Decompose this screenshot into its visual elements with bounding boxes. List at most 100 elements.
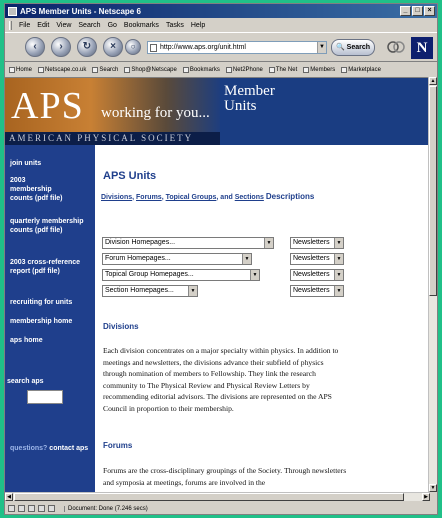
- aps-banner: APS working for you... Member Units AMER…: [5, 78, 430, 145]
- menu-grip-icon: [9, 20, 12, 30]
- chevron-down-icon: ▼: [334, 286, 343, 296]
- topical-group-homepages-select[interactable]: Topical Group Homepages... ▼: [102, 269, 260, 281]
- minimize-button[interactable]: _: [400, 6, 411, 16]
- sidebar-link-membership-home[interactable]: membership home: [10, 317, 92, 326]
- forward-button[interactable]: ›: [51, 37, 71, 57]
- contact-aps-link[interactable]: contact aps: [49, 445, 88, 452]
- link-divisions[interactable]: Divisions: [101, 194, 132, 201]
- bookmark-label: Netscape.co.uk: [45, 66, 87, 73]
- home-nav-button[interactable]: ○: [125, 39, 141, 55]
- menu-go[interactable]: Go: [108, 22, 117, 29]
- bookmark-shop[interactable]: Shop@Netscape: [124, 66, 177, 73]
- title-bar: APS Member Units - Netscape 6 _ □ ×: [5, 4, 437, 18]
- sidebar-search-input[interactable]: [27, 390, 63, 404]
- maximize-button[interactable]: □: [412, 6, 423, 16]
- section-homepages-select[interactable]: Section Homepages... ▼: [102, 285, 198, 297]
- division-newsletters-select[interactable]: Newsletters ▼: [290, 237, 344, 249]
- link-topical-groups[interactable]: Topical Groups: [166, 194, 217, 201]
- reload-button[interactable]: ↻: [77, 37, 97, 57]
- sidebar-link-2003-counts[interactable]: 2003 membership counts (pdf file): [10, 176, 68, 203]
- menu-view[interactable]: View: [56, 22, 71, 29]
- mail-icon[interactable]: [18, 505, 25, 512]
- topical-group-newsletters-select[interactable]: Newsletters ▼: [290, 269, 344, 281]
- bookmark-netscape[interactable]: Netscape.co.uk: [38, 66, 87, 73]
- forum-homepages-select[interactable]: Forum Homepages... ▼: [102, 253, 252, 265]
- sidebar-link-recruiting[interactable]: recruiting for units: [10, 298, 92, 307]
- aim-icon[interactable]: [48, 505, 55, 512]
- bookmark-bookmarks[interactable]: Bookmarks: [182, 66, 220, 73]
- window-title: APS Member Units - Netscape 6: [20, 6, 141, 16]
- select-value: Newsletters: [293, 287, 330, 294]
- link-sections[interactable]: Sections: [235, 194, 264, 201]
- sidebar-questions: questions? contact aps: [10, 445, 88, 452]
- search-button-label: Search: [346, 44, 371, 51]
- select-value: Division Homepages...: [105, 239, 176, 246]
- menu-help[interactable]: Help: [191, 22, 205, 29]
- bookmark-label: Net2Phone: [232, 66, 263, 73]
- horizontal-scrollbar[interactable]: ◀ ▶: [5, 492, 430, 501]
- sidebar-link-quarterly-counts[interactable]: quarterly membership counts (pdf file): [10, 217, 88, 235]
- chevron-down-icon: ▼: [264, 238, 273, 248]
- folder-icon: [182, 66, 189, 73]
- shop-icon: [124, 66, 131, 73]
- division-homepages-select[interactable]: Division Homepages... ▼: [102, 237, 274, 249]
- navigator-icon[interactable]: [8, 505, 15, 512]
- search-button[interactable]: 🔍 Search: [331, 39, 375, 56]
- bookmark-label: Home: [16, 66, 33, 73]
- page-content: APS working for you... Member Units AMER…: [5, 77, 430, 492]
- chevron-down-icon: ▼: [334, 254, 343, 264]
- horizontal-scroll-thumb[interactable]: [14, 493, 404, 501]
- scroll-up-icon[interactable]: ▲: [429, 77, 437, 85]
- bookmark-home[interactable]: Home: [9, 66, 33, 73]
- url-dropdown-icon[interactable]: ▼: [317, 42, 326, 53]
- banner-tagline: working for you...: [101, 105, 210, 121]
- scroll-left-icon[interactable]: ◀: [5, 493, 13, 501]
- select-value: Forum Homepages...: [105, 255, 171, 262]
- menu-file[interactable]: File: [19, 22, 30, 29]
- page-title: APS Units: [103, 170, 157, 182]
- bookmark-label: Members: [310, 66, 336, 73]
- sidebar-link-aps-home[interactable]: aps home: [10, 336, 92, 345]
- menu-search[interactable]: Search: [78, 22, 100, 29]
- menu-edit[interactable]: Edit: [37, 22, 49, 29]
- select-value: Section Homepages...: [105, 287, 174, 294]
- banner-title: Member Units: [224, 84, 275, 114]
- scroll-down-icon[interactable]: ▼: [429, 484, 437, 492]
- bookmark-marketplace[interactable]: Marketplace: [341, 66, 381, 73]
- bookmark-net2phone[interactable]: Net2Phone: [225, 66, 263, 73]
- bookmark-the-net[interactable]: The Net: [268, 66, 298, 73]
- bookmark-members[interactable]: Members: [303, 66, 336, 73]
- banner-title-line2: Units: [224, 98, 257, 114]
- scroll-right-icon[interactable]: ▶: [422, 493, 430, 501]
- vertical-scroll-thumb[interactable]: [429, 86, 437, 296]
- sidebar-link-join-units[interactable]: join units: [10, 159, 92, 168]
- folder-icon: [341, 66, 348, 73]
- sidebar-link-cross-reference[interactable]: 2003 cross-reference report (pdf file): [10, 258, 88, 276]
- status-text: Document: Done (7.246 secs): [64, 505, 148, 512]
- close-button[interactable]: ×: [424, 6, 435, 16]
- bookmark-search[interactable]: Search: [92, 66, 118, 73]
- menu-bookmarks[interactable]: Bookmarks: [124, 22, 159, 29]
- and-text: and: [220, 194, 233, 201]
- bookmark-label: The Net: [275, 66, 298, 73]
- folder-icon: [268, 66, 275, 73]
- vertical-scrollbar[interactable]: ▲ ▼: [428, 77, 437, 492]
- phone-icon: [225, 66, 232, 73]
- netscape-logo[interactable]: N: [411, 37, 433, 59]
- link-forums[interactable]: Forums: [136, 194, 162, 201]
- composer-icon[interactable]: [28, 505, 35, 512]
- url-field[interactable]: http://www.aps.org/unit.html ▼: [147, 41, 327, 54]
- forum-newsletters-select[interactable]: Newsletters ▼: [290, 253, 344, 265]
- menu-tasks[interactable]: Tasks: [166, 22, 184, 29]
- netscape-icon: [8, 6, 17, 16]
- bookmark-label: Shop@Netscape: [131, 66, 177, 73]
- navigation-toolbar: ‹ › ↻ × ○ http://www.aps.org/unit.html ▼…: [5, 32, 437, 62]
- section-newsletters-select[interactable]: Newsletters ▼: [290, 285, 344, 297]
- back-button[interactable]: ‹: [25, 37, 45, 57]
- address-book-icon[interactable]: [38, 505, 45, 512]
- print-icon[interactable]: [387, 39, 405, 55]
- questions-label: questions?: [10, 445, 48, 452]
- stop-button[interactable]: ×: [103, 37, 123, 57]
- chevron-down-icon: ▼: [334, 270, 343, 280]
- status-bar: Document: Done (7.246 secs): [5, 502, 437, 514]
